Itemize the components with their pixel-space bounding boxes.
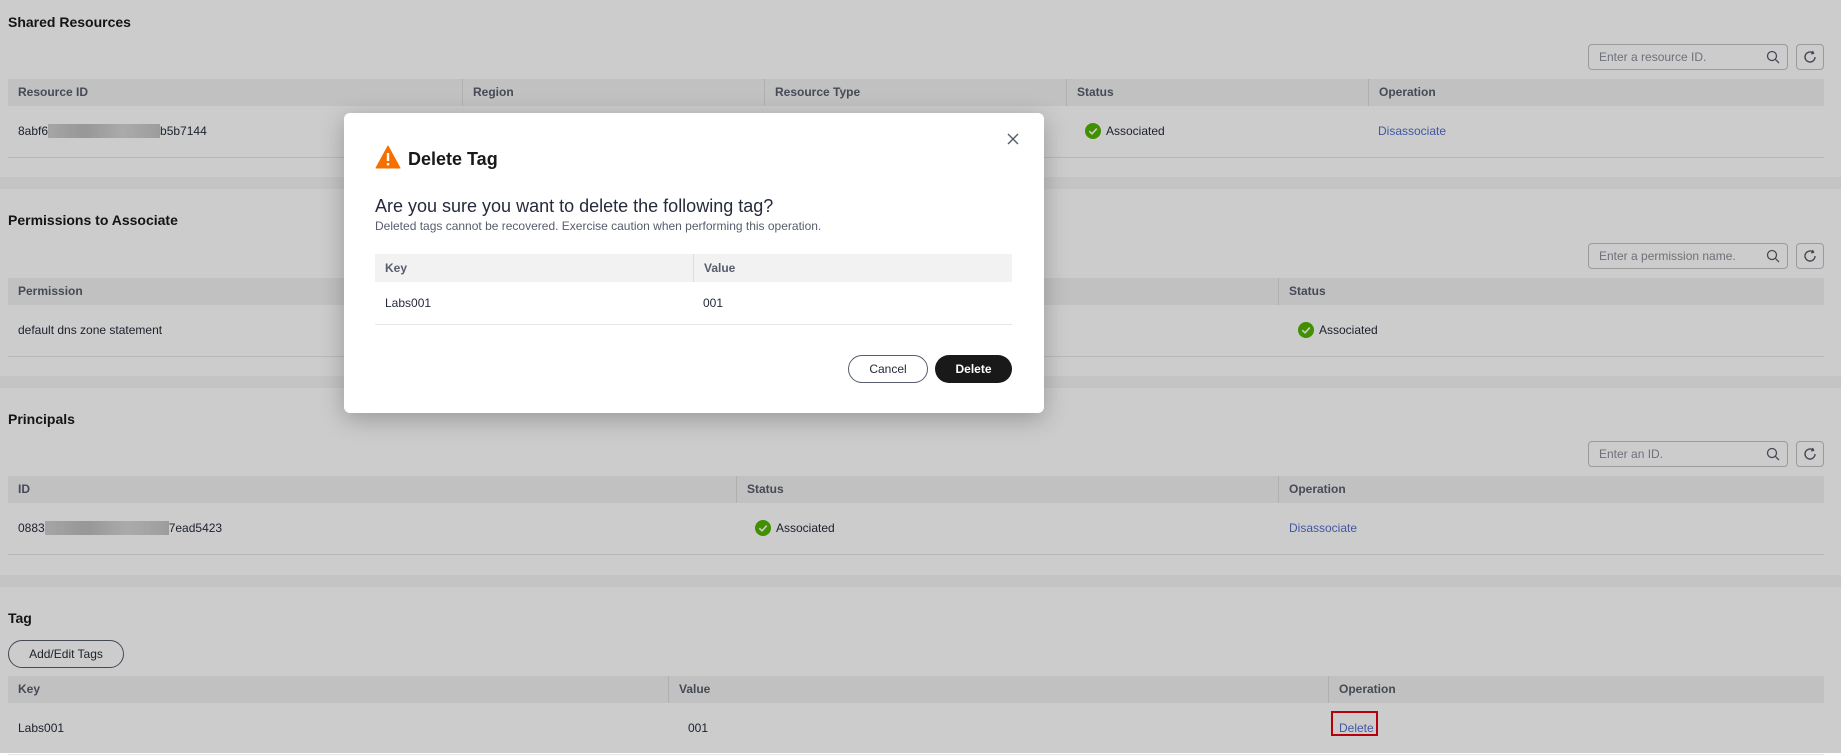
column-header: Value <box>693 254 1012 282</box>
delete-tag-dialog: Delete Tag Are you sure you want to dele… <box>344 113 1044 413</box>
dialog-table-row: Labs001 001 <box>375 282 1012 325</box>
warning-icon <box>375 145 401 169</box>
column-header: Key <box>385 261 408 275</box>
cancel-button[interactable]: Cancel <box>848 355 928 383</box>
dialog-question: Are you sure you want to delete the foll… <box>375 196 774 216</box>
dialog-table-header: Key Value <box>375 254 1012 282</box>
tag-value-cell: 001 <box>703 296 724 310</box>
close-icon[interactable] <box>1006 132 1020 146</box>
tag-key-cell: Labs001 <box>385 296 432 310</box>
dialog-warning-text: Deleted tags cannot be recovered. Exerci… <box>375 219 822 233</box>
page: Shared Resources Resource ID Region Reso… <box>0 0 1841 755</box>
dialog-title: Delete Tag <box>408 149 498 169</box>
confirm-delete-button[interactable]: Delete <box>935 355 1012 383</box>
